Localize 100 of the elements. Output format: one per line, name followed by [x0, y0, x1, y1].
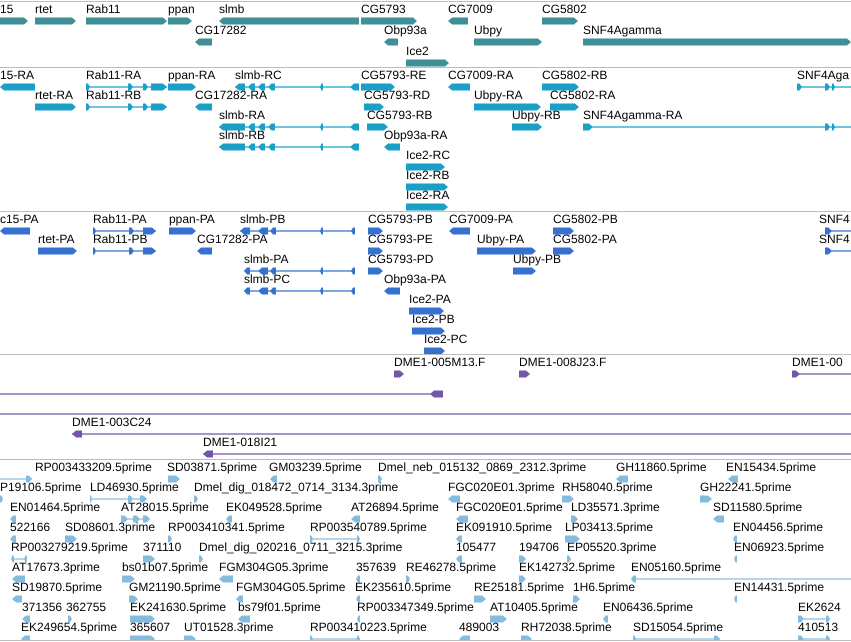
feature-arrow[interactable]: [361, 82, 395, 92]
feature-label: DME1-003C24: [72, 416, 152, 429]
feature-label: Obp93a: [384, 24, 427, 37]
feature-arrow[interactable]: [542, 82, 579, 92]
feature-label: EN14431.5prime: [734, 581, 824, 594]
feature-label: CG5793-RE: [361, 69, 426, 82]
feature-arrow[interactable]: [409, 306, 444, 316]
feature-label: SD15054.5prime: [633, 621, 724, 634]
feature-arrow[interactable]: [90, 494, 147, 504]
feature-arrow[interactable]: [122, 574, 135, 584]
feature-arrow[interactable]: [226, 514, 232, 524]
feature-label: RP003410341.5prime: [168, 521, 285, 534]
feature-arrow[interactable]: [364, 102, 384, 112]
feature-arrow[interactable]: [93, 226, 156, 236]
feature-label: RE25181.5prime: [474, 581, 564, 594]
feature-arrow[interactable]: [356, 574, 360, 584]
feature-arrow[interactable]: [519, 574, 526, 584]
feature-label: SNF4: [819, 213, 850, 226]
feature-arrow[interactable]: [567, 554, 571, 564]
feature-label: slmb-PA: [244, 253, 288, 266]
feature-arrow[interactable]: [86, 82, 167, 92]
feature-label: 522166: [10, 521, 50, 534]
feature-label: 194706: [519, 541, 560, 554]
feature-label: 1H6.5prime: [573, 581, 636, 594]
feature-label: SNF4Agamma-RA: [583, 109, 682, 122]
feature-arrow[interactable]: [798, 614, 830, 624]
feature-label: rtet-PA: [38, 233, 74, 246]
feature-label: CG5802-PB: [553, 213, 618, 226]
feature-arrow[interactable]: [10, 514, 16, 524]
feature-arrow[interactable]: [130, 614, 155, 624]
feature-label: FGC020E01.3prime: [448, 481, 555, 494]
feature-arrow[interactable]: [238, 614, 250, 624]
feature-label: Ice2-RC: [406, 149, 450, 162]
feature-arrow[interactable]: [490, 614, 507, 624]
feature-arrow[interactable]: [728, 474, 738, 484]
feature-label: Dmel_dig_018472_0714_3134.3prime: [194, 481, 398, 494]
feature-arrow[interactable]: [368, 246, 383, 256]
feature-label: SNF4: [819, 233, 850, 246]
feature-label: Obp93a-PA: [384, 273, 446, 286]
feature-label: SNF4Aga: [797, 69, 850, 82]
feature-arrow[interactable]: [616, 474, 628, 484]
feature-label: FGC020E01.5prime: [456, 501, 563, 514]
feature-label: DME1-005M13.F: [394, 356, 486, 369]
feature-arrow[interactable]: [406, 182, 448, 192]
feature-arrow[interactable]: [456, 534, 462, 544]
feature-label: EN06436.5prime: [603, 601, 694, 614]
feature-label: RH58040.5prime: [562, 481, 653, 494]
feature-label: slmb-RC: [235, 69, 282, 82]
feature-label: LP03413.5prime: [565, 521, 654, 534]
feature-arrow[interactable]: [65, 534, 77, 544]
feature-label: CG5793: [361, 3, 406, 16]
feature-label: GM21190.5prime: [129, 581, 221, 594]
feature-arrow[interactable]: [270, 474, 277, 484]
feature-label: Ice2-RB: [406, 169, 450, 182]
feature-arrow[interactable]: [368, 226, 383, 236]
feature-label: CG7009-PA: [449, 213, 513, 226]
feature-label: 357639: [356, 561, 396, 574]
feature-label: CG7009-RA: [448, 69, 514, 82]
feature-arrow[interactable]: [571, 514, 578, 524]
feature-arrow[interactable]: [11, 554, 27, 564]
feature-label: 371356: [22, 601, 62, 614]
feature-label: EK235610.5prime: [355, 581, 452, 594]
feature-arrow[interactable]: [356, 594, 360, 604]
feature-arrow[interactable]: [406, 574, 410, 584]
feature-label: RP003540789.5prime: [310, 521, 427, 534]
feature-label: SD11580.5prime: [713, 501, 802, 514]
feature-arrow[interactable]: [519, 554, 526, 564]
feature-label: SNF4Agamma: [583, 24, 662, 37]
feature-label: ppan: [168, 3, 195, 16]
feature-arrow[interactable]: [733, 534, 737, 544]
feature-label: CG5802: [542, 3, 587, 16]
feature-label: FGM304G05.5prime: [236, 581, 346, 594]
feature-arrow[interactable]: [168, 534, 172, 544]
feature-label: slmb-RB: [219, 129, 266, 142]
feature-label: Rab11-PB: [93, 233, 148, 246]
feature-arrow[interactable]: [0, 474, 32, 484]
feature-label: EK249654.5prime: [21, 621, 118, 634]
feature-label: SD08601.3prime: [65, 521, 156, 534]
feature-label: RP003347349.5prime: [357, 601, 474, 614]
feature-label: RP003410223.5prime: [310, 621, 427, 634]
feature-label: SD03871.5prime: [167, 461, 258, 474]
feature-arrow[interactable]: [12, 574, 25, 584]
feature-arrow[interactable]: [553, 226, 574, 236]
feature-label: DME1-018I21: [203, 436, 278, 449]
feature-arrow[interactable]: [406, 162, 445, 172]
feature-arrow[interactable]: [565, 534, 580, 544]
feature-label: AT10405.5prime: [490, 601, 578, 614]
feature-arrow[interactable]: [10, 534, 16, 544]
feature-arrow[interactable]: [129, 594, 138, 604]
feature-label: EP05520.3prime: [567, 541, 656, 554]
feature-arrow[interactable]: [22, 614, 30, 624]
feature-label: RH72038.5prime: [521, 621, 612, 634]
feature-arrow[interactable]: [351, 514, 360, 524]
feature-arrow[interactable]: [310, 534, 360, 544]
feature-label: Rab11-RA: [86, 69, 142, 82]
feature-arrow[interactable]: [143, 554, 155, 564]
feature-arrow[interactable]: [236, 594, 243, 604]
feature-arrow[interactable]: [456, 514, 468, 524]
feature-label: CG17282-PA: [197, 233, 268, 246]
feature-arrow[interactable]: [825, 226, 851, 236]
